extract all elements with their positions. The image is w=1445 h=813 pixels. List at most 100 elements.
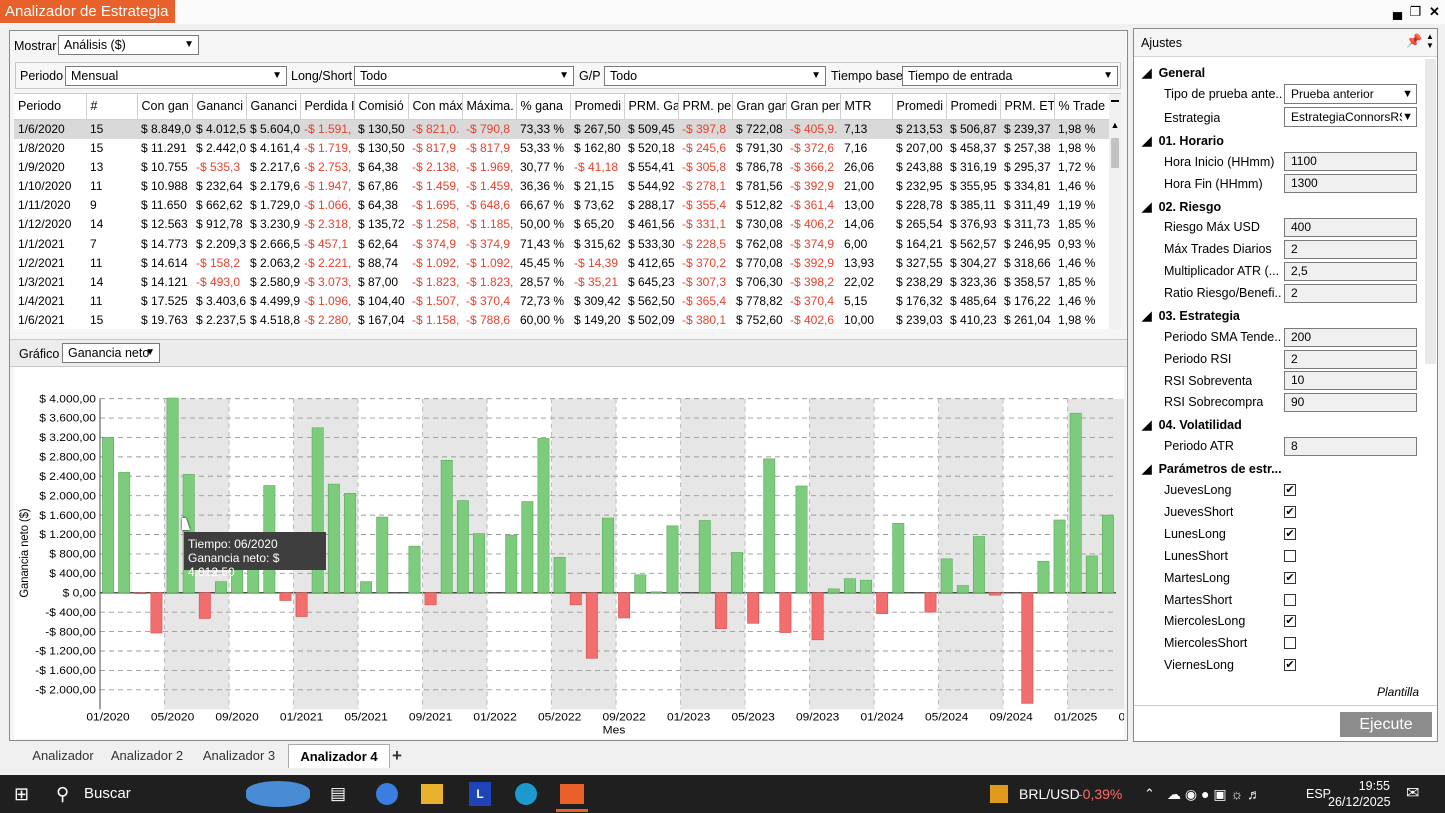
table-row[interactable]: 1/6/2021 15 $ 19.763 $ 2.237,5 $ 4.518,8 -$ 2…: [14, 311, 1110, 329]
tab-analizador[interactable]: Analizador: [24, 744, 102, 768]
chevron-up-icon[interactable]: ⌃: [1144, 775, 1155, 813]
close-button[interactable]: ✕: [1426, 3, 1443, 20]
gp-select[interactable]: Todo ▼: [604, 66, 826, 86]
column-header[interactable]: Gran per: [786, 94, 841, 120]
column-header[interactable]: Perdida I: [300, 94, 355, 120]
riesgo-max-input[interactable]: 400: [1284, 218, 1417, 237]
plantilla-link[interactable]: Plantilla: [1377, 685, 1419, 699]
column-header[interactable]: #: [86, 94, 138, 120]
minimize-button[interactable]: ▄: [1389, 3, 1406, 20]
table-row[interactable]: 1/11/2020 9 $ 11.650 $ 662,62 $ 1.729,0 -$ 1.…: [14, 196, 1110, 215]
table-row[interactable]: 1/8/2020 15 $ 11.291 $ 2.442,0 $ 4.161,4 -$ 1…: [14, 139, 1110, 158]
column-header[interactable]: % Trade: [1054, 94, 1111, 120]
column-header[interactable]: PRM. ETI: [1000, 94, 1055, 120]
file-explorer-icon[interactable]: [421, 784, 443, 804]
column-header[interactable]: Con gan: [137, 94, 193, 120]
param-checkbox[interactable]: ✔: [1284, 505, 1296, 518]
trading-app-icon[interactable]: [560, 784, 584, 804]
edge-icon[interactable]: [515, 783, 537, 805]
table-row[interactable]: 1/2/2021 11 $ 14.614 -$ 158,2 $ 2.063,2 -$ 2.…: [14, 254, 1110, 273]
ticker-symbol[interactable]: BRL/USD: [1019, 775, 1080, 813]
restore-button[interactable]: ❐: [1407, 3, 1424, 20]
section-riesgo[interactable]: ◢ 02. Riesgo: [1142, 199, 1221, 214]
copilot-icon[interactable]: [376, 783, 398, 805]
section-horario[interactable]: ◢ 01. Horario: [1142, 133, 1224, 148]
column-header[interactable]: Periodo: [14, 94, 87, 120]
mult-atr-input[interactable]: 2,5: [1284, 262, 1417, 281]
hora-fin-input[interactable]: 1300: [1284, 174, 1417, 193]
column-header[interactable]: Promedi: [570, 94, 625, 120]
table-row[interactable]: 1/9/2020 13 $ 10.755 -$ 535,3 $ 2.217,6 -$ 2.…: [14, 158, 1110, 177]
section-volatilidad[interactable]: ◢ 04. Volatilidad: [1142, 417, 1242, 432]
ratio-input[interactable]: 2: [1284, 284, 1417, 303]
tipo-prueba-select[interactable]: Prueba anterior ▼: [1284, 84, 1417, 104]
column-header[interactable]: Gananci: [246, 94, 301, 120]
tray-icons[interactable]: ☁ ◉ ● ▣ ☼ ♬: [1167, 775, 1261, 813]
notifications-icon[interactable]: ✉: [1406, 775, 1419, 813]
max-trades-input[interactable]: 2: [1284, 240, 1417, 259]
section-estrategia[interactable]: ◢ 03. Estrategia: [1142, 308, 1240, 323]
tab-analizador-3[interactable]: Analizador 3: [198, 744, 280, 768]
param-checkbox[interactable]: ✔: [1284, 571, 1296, 584]
search-icon[interactable]: ⚲: [56, 775, 69, 813]
atr-input[interactable]: 8: [1284, 437, 1417, 456]
param-checkbox[interactable]: [1284, 637, 1296, 650]
settings-scrollbar[interactable]: [1425, 59, 1436, 364]
results-grid[interactable]: Periodo # Con gan Gananci Gananci Perdida I Co…: [14, 93, 1121, 329]
column-header[interactable]: Máxima.: [462, 94, 517, 120]
column-header[interactable]: Gran gar: [732, 94, 787, 120]
clock-date[interactable]: 26/12/2025: [1328, 794, 1391, 810]
task-view-icon[interactable]: ▤: [330, 775, 346, 813]
table-row[interactable]: 1/1/2021 7 $ 14.773 $ 2.209,3 $ 2.666,5 -$ 45…: [14, 234, 1110, 253]
sobrecompra-input[interactable]: 90: [1284, 393, 1417, 412]
tab-analizador-4[interactable]: Analizador 4: [288, 744, 390, 768]
section-general[interactable]: ◢ General: [1142, 65, 1205, 80]
table-row[interactable]: 1/10/2020 11 $ 10.988 $ 232,64 $ 2.179,6 -$ 1…: [14, 177, 1110, 196]
taskbar-search[interactable]: Buscar: [84, 775, 131, 813]
table-row[interactable]: 1/12/2020 14 $ 12.563 $ 912,78 $ 3.230,9 -$ 2…: [14, 215, 1110, 234]
app-l-icon[interactable]: L: [469, 782, 491, 806]
column-header[interactable]: MTR: [840, 94, 893, 120]
table-row[interactable]: 1/4/2021 11 $ 17.525 $ 3.403,6 $ 4.499,9 -$ 1…: [14, 292, 1110, 311]
column-header[interactable]: Promedi: [946, 94, 1001, 120]
chart-metric-select[interactable]: Ganancia neto ▼: [62, 343, 160, 363]
chart-area[interactable]: $ 4.000,00 $ 3.600,00 $ 3.200,00 $ 2.800,00…: [14, 367, 1227, 739]
column-header[interactable]: PRM. Gai: [624, 94, 679, 120]
bar-chart[interactable]: $ 4.000,00 $ 3.600,00 $ 3.200,00 $ 2.800,00…: [14, 367, 1227, 739]
section-parametros[interactable]: ◢ Parámetros de estr...: [1142, 461, 1282, 476]
sma-input[interactable]: 200: [1284, 328, 1417, 347]
column-header[interactable]: Comisió: [354, 94, 409, 120]
table-row[interactable]: 1/3/2021 14 $ 14.121 -$ 493,0 $ 2.580,9 -$ 3.…: [14, 273, 1110, 292]
add-tab-button[interactable]: +: [390, 744, 404, 768]
scroll-thumb[interactable]: [1111, 138, 1119, 168]
param-checkbox[interactable]: ✔: [1284, 527, 1296, 540]
sobreventa-input[interactable]: 10: [1284, 371, 1417, 390]
hora-inicio-input[interactable]: 1100: [1284, 152, 1417, 171]
column-header[interactable]: PRM. pei: [678, 94, 733, 120]
weather-widget-icon[interactable]: [246, 781, 310, 807]
pin-icon[interactable]: 📌: [1406, 33, 1422, 49]
tiempo-base-select[interactable]: Tiempo de entrada ▼: [902, 66, 1118, 86]
long-short-select[interactable]: Todo ▼: [354, 66, 574, 86]
tab-analizador-2[interactable]: Analizador 2: [106, 744, 188, 768]
param-checkbox[interactable]: ✔: [1284, 659, 1296, 672]
column-header[interactable]: Promedi: [892, 94, 947, 120]
scroll-arrows-icon[interactable]: ▲ ▼: [1426, 32, 1434, 50]
param-checkbox[interactable]: ✔: [1284, 484, 1296, 496]
periodo-select[interactable]: Mensual ▼: [65, 66, 287, 86]
param-checkbox[interactable]: [1284, 549, 1296, 562]
windows-start-icon[interactable]: ⊞: [14, 775, 29, 813]
column-header[interactable]: Gananci: [192, 94, 247, 120]
column-header[interactable]: Con máx: [408, 94, 463, 120]
table-row[interactable]: 1/6/2020 15 $ 8.849,0 $ 4.012,5 $ 5.604,0 -$ …: [14, 119, 1110, 139]
param-checkbox[interactable]: ✔: [1284, 615, 1296, 628]
column-header[interactable]: % gana: [516, 94, 571, 120]
scroll-up-icon[interactable]: ▲: [1110, 120, 1120, 136]
clock-time[interactable]: 19:55: [1350, 778, 1390, 794]
show-select[interactable]: Análisis ($) ▼: [58, 35, 199, 55]
run-button[interactable]: Ejecute: [1340, 712, 1432, 737]
param-checkbox[interactable]: [1284, 593, 1296, 606]
grid-scrollbar[interactable]: ▲: [1109, 94, 1121, 329]
rsi-input[interactable]: 2: [1284, 350, 1417, 369]
estrategia-select[interactable]: EstrategiaConnorsRSI ▼: [1284, 107, 1417, 127]
